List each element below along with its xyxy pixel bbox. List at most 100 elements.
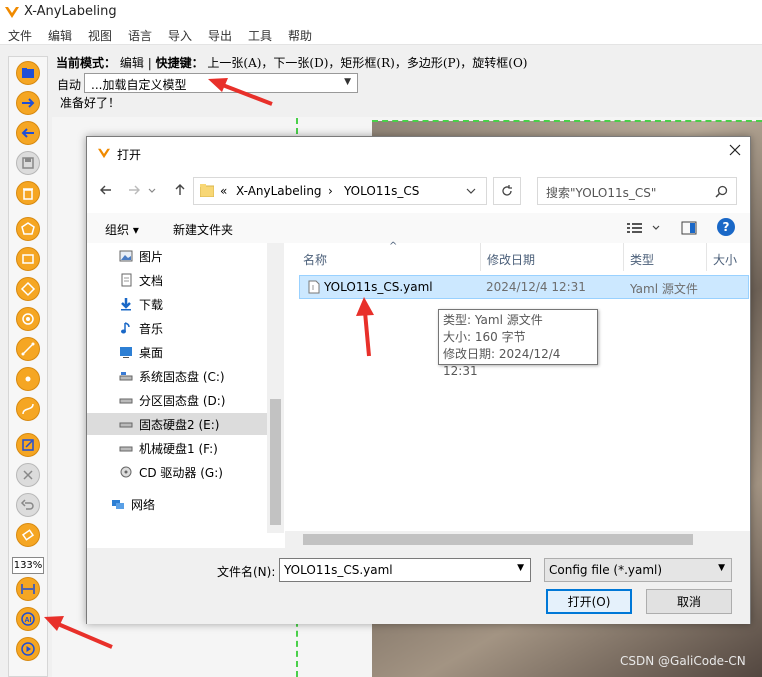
- help-icon[interactable]: ?: [717, 218, 735, 236]
- file-type-filter[interactable]: Config file (*.yaml) ▼: [544, 558, 732, 582]
- organize-button[interactable]: 组织 ▾: [105, 221, 139, 238]
- documents-icon: [121, 273, 132, 287]
- forward-arrow-icon[interactable]: [127, 183, 141, 197]
- nav-item-label: CD 驱动器 (G:): [139, 465, 223, 480]
- ai-icon: AI: [21, 612, 35, 626]
- zoom-input[interactable]: 133%: [12, 557, 44, 574]
- close-button[interactable]: [16, 463, 40, 487]
- rotation-icon: [20, 281, 36, 297]
- save-button[interactable]: [16, 151, 40, 175]
- rectangle-button[interactable]: [16, 247, 40, 271]
- nav-item-music[interactable]: 音乐: [119, 317, 269, 339]
- next-image-button[interactable]: [16, 91, 40, 115]
- app-logo-icon: [5, 7, 19, 18]
- nav-item-label: 分区固态盘 (D:): [139, 393, 226, 408]
- menu-edit[interactable]: 编辑: [48, 27, 72, 44]
- circle-button[interactable]: [16, 307, 40, 331]
- recent-dropdown-icon[interactable]: [147, 183, 157, 197]
- breadcrumb-overflow[interactable]: «: [220, 184, 227, 198]
- column-separator: [623, 243, 624, 271]
- view-options-icon[interactable]: [627, 221, 663, 235]
- chevron-down-icon: ▼: [344, 77, 351, 87]
- nav-item-desktop[interactable]: 桌面: [119, 341, 269, 363]
- point-button[interactable]: [16, 367, 40, 391]
- open-folder-icon: [22, 68, 34, 78]
- file-tooltip: 类型: Yaml 源文件 大小: 160 字节 修改日期: 2024/12/4 …: [438, 309, 598, 378]
- folder-icon: [200, 184, 214, 197]
- nav-item-drive-d[interactable]: 分区固态盘 (D:): [119, 389, 269, 411]
- breadcrumb-yolo11s-cs[interactable]: YOLO11s_CS: [344, 184, 419, 198]
- chevron-down-icon[interactable]: ▼: [517, 563, 524, 573]
- menu-tools[interactable]: 工具: [248, 27, 272, 44]
- file-icon: [308, 280, 320, 294]
- nav-item-downloads[interactable]: 下载: [119, 293, 269, 315]
- ai-button[interactable]: AI: [16, 607, 40, 631]
- play-icon: [21, 642, 35, 656]
- nav-item-drive-f[interactable]: 机械硬盘1 (F:): [119, 437, 269, 459]
- rotation-button[interactable]: [16, 277, 40, 301]
- column-separator: [706, 243, 707, 271]
- mode-value: 编辑: [119, 56, 144, 70]
- search-icon: [715, 185, 728, 198]
- drive-icon: [119, 372, 133, 381]
- delete-button[interactable]: [16, 181, 40, 205]
- menu-language[interactable]: 语言: [128, 27, 152, 44]
- menu-help[interactable]: 帮助: [288, 27, 312, 44]
- close-icon[interactable]: [727, 142, 743, 158]
- brush-button[interactable]: [16, 523, 40, 547]
- refresh-button[interactable]: [493, 177, 521, 205]
- point-icon: [25, 376, 31, 382]
- column-header-type[interactable]: 类型: [630, 251, 654, 268]
- crosshair-horizontal: [372, 120, 762, 122]
- search-placeholder: 搜索"YOLO11s_CS": [546, 186, 657, 200]
- nav-item-label: 音乐: [139, 321, 164, 336]
- nav-item-drive-e[interactable]: 固态硬盘2 (E:): [87, 413, 267, 435]
- shortcut-list: 上一张(A)，下一张(D)，矩形框(R)，多边形(P)，旋转框(O): [207, 56, 528, 70]
- chevron-down-icon[interactable]: [466, 186, 476, 196]
- nav-scrollbar-thumb[interactable]: [270, 399, 281, 525]
- drive-icon: [119, 422, 133, 428]
- menu-file[interactable]: 文件: [8, 27, 32, 44]
- nav-item-drive-c[interactable]: 系统固态盘 (C:): [119, 365, 269, 387]
- model-select-value: ...加载自定义模型: [91, 78, 187, 92]
- column-header-name[interactable]: 名称: [303, 251, 327, 268]
- nav-item-pictures[interactable]: 图片: [119, 245, 269, 267]
- open-button[interactable]: 打开(O): [546, 589, 632, 614]
- linestrip-button[interactable]: [16, 397, 40, 421]
- address-bar[interactable]: « X-AnyLabeling › YOLO11s_CS: [193, 177, 487, 205]
- polygon-button[interactable]: [16, 217, 40, 241]
- horizontal-scrollbar-thumb[interactable]: [303, 534, 693, 545]
- tooltip-size: 大小: 160 字节: [443, 330, 526, 344]
- filename-input[interactable]: YOLO11s_CS.yaml ▼: [279, 558, 531, 582]
- prev-image-button[interactable]: [16, 121, 40, 145]
- linestrip-icon: [22, 403, 34, 415]
- annotation-arrow-icon: [208, 78, 273, 106]
- nav-item-network[interactable]: 网络: [111, 493, 261, 515]
- open-folder-button[interactable]: [16, 61, 40, 85]
- back-arrow-icon[interactable]: [99, 183, 113, 197]
- breadcrumb-separator: ›: [328, 184, 333, 198]
- menu-view[interactable]: 视图: [88, 27, 112, 44]
- search-input[interactable]: 搜索"YOLO11s_CS": [537, 177, 737, 205]
- undo-button[interactable]: [16, 493, 40, 517]
- fit-width-button[interactable]: [16, 577, 40, 601]
- nav-item-drive-g[interactable]: CD 驱动器 (G:): [119, 461, 269, 483]
- column-header-size[interactable]: 大小: [713, 251, 737, 268]
- filter-value: Config file (*.yaml): [549, 563, 663, 577]
- column-header-date[interactable]: 修改日期: [487, 251, 535, 268]
- line-button[interactable]: [16, 337, 40, 361]
- edit-button[interactable]: [16, 433, 40, 457]
- refresh-icon: [502, 185, 512, 196]
- up-arrow-icon[interactable]: [173, 183, 187, 197]
- menu-export[interactable]: 导出: [208, 27, 232, 44]
- nav-item-label: 机械硬盘1 (F:): [139, 441, 218, 456]
- menu-import[interactable]: 导入: [168, 27, 192, 44]
- cancel-button[interactable]: 取消: [646, 589, 732, 614]
- preview-pane-icon[interactable]: [681, 220, 697, 236]
- circle-icon: [22, 313, 34, 325]
- watermark: CSDN @GaliCode-CN: [620, 654, 746, 668]
- breadcrumb-x-anylabeling[interactable]: X-AnyLabeling: [236, 184, 322, 198]
- new-folder-button[interactable]: 新建文件夹: [173, 221, 233, 238]
- play-button[interactable]: [16, 637, 40, 661]
- nav-item-documents[interactable]: 文档: [119, 269, 269, 291]
